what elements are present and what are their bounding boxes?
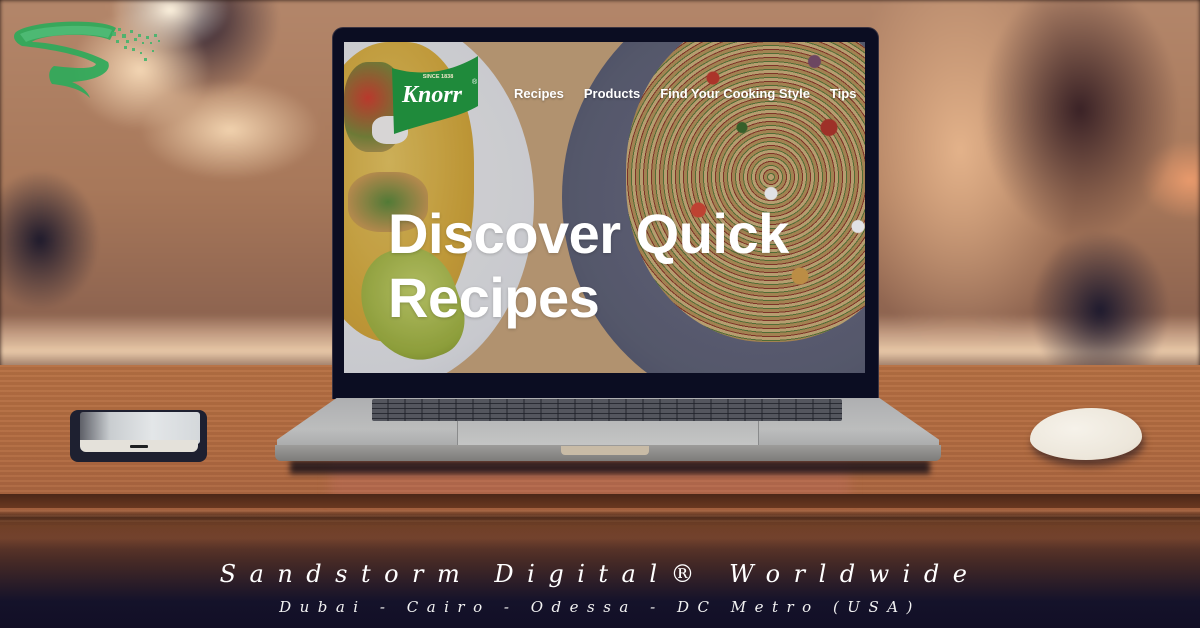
laptop-bezel-bottom	[333, 373, 878, 399]
hero-banner: SINCE 1838 Knorr ® Recipes Products Find…	[0, 0, 1200, 628]
site-nav: Recipes Products Find Your Cooking Style…	[514, 86, 856, 101]
knorr-wordmark: Knorr	[401, 82, 463, 108]
sandstorm-logo-icon	[14, 21, 160, 98]
hero-title-line-1: Discover Quick	[388, 202, 789, 265]
nav-tips[interactable]: Tips	[830, 86, 857, 101]
hero-title-line-2: Recipes	[388, 266, 600, 329]
knorr-logo[interactable]: SINCE 1838 Knorr ®	[388, 54, 480, 136]
registered-mark: ®	[472, 78, 478, 86]
desk-edge	[0, 494, 1200, 508]
hero-title: Discover Quick Recipes	[388, 202, 865, 330]
laptop-trackpad	[457, 421, 759, 445]
nav-products[interactable]: Products	[584, 86, 640, 101]
nav-find-your-cooking-style[interactable]: Find Your Cooking Style	[660, 86, 810, 101]
smartphone-port	[130, 445, 148, 448]
knorr-tagline: SINCE 1838	[423, 74, 454, 80]
laptop-screen-website: SINCE 1838 Knorr ® Recipes Products Find…	[344, 42, 865, 373]
laptop-shadow	[290, 460, 930, 474]
brand-locations: Dubai - Cairo - Odessa - DC Metro (USA)	[279, 598, 921, 616]
nav-recipes[interactable]: Recipes	[514, 86, 564, 101]
laptop-lid-notch	[561, 446, 649, 455]
laptop-keyboard-rows	[372, 399, 842, 421]
brand-name: Sandstorm Digital® Worldwide	[219, 560, 981, 588]
